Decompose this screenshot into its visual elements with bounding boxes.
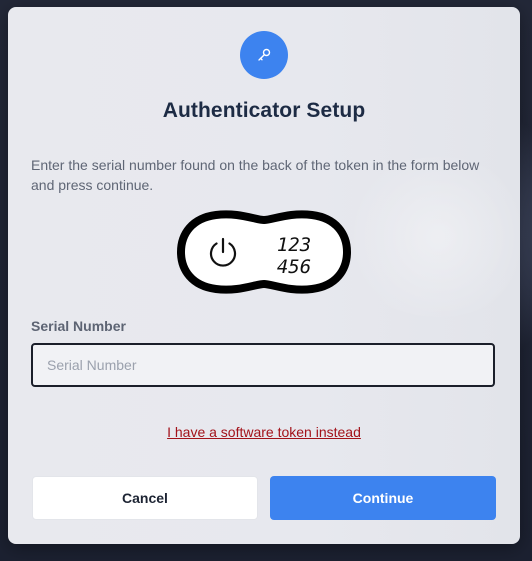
- key-icon: [258, 48, 271, 61]
- token-display-code: 123 456: [276, 234, 312, 278]
- power-icon: [209, 237, 237, 267]
- key-badge: [240, 31, 288, 79]
- hardware-token-illustration: 123 456: [176, 210, 352, 294]
- serial-number-label: Serial Number: [31, 318, 126, 334]
- dialog-title: Authenticator Setup: [162, 99, 366, 122]
- cancel-button[interactable]: Cancel: [32, 476, 258, 520]
- authenticator-setup-dialog: Authenticator Setup Enter the serial num…: [8, 7, 520, 544]
- continue-button[interactable]: Continue: [270, 476, 496, 520]
- instructions-text: Enter the serial number found on the bac…: [31, 157, 480, 193]
- serial-number-input[interactable]: [31, 343, 495, 387]
- software-token-link[interactable]: I have a software token instead: [8, 424, 520, 440]
